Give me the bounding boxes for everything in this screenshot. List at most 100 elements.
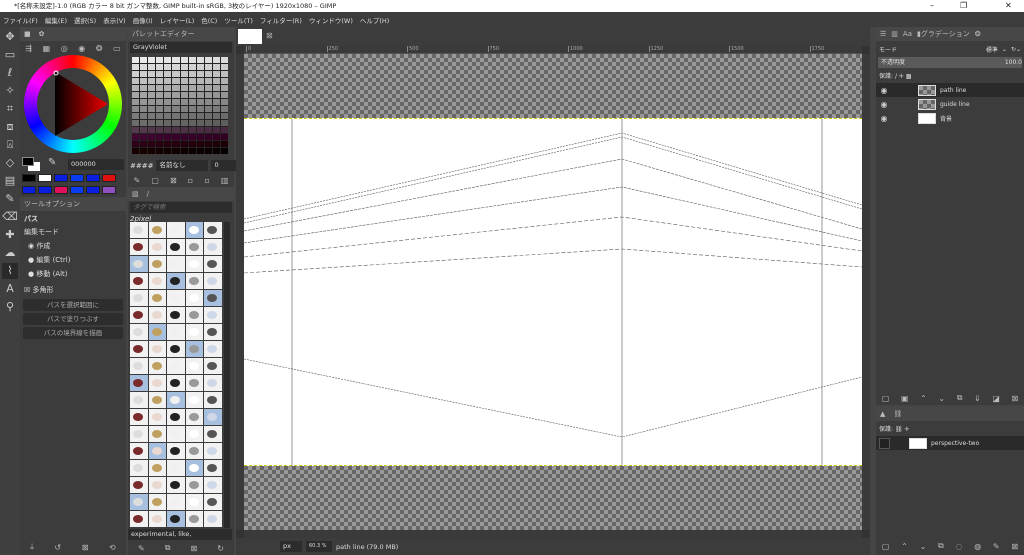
palette-swatch[interactable] — [212, 141, 220, 147]
palette-swatch[interactable] — [164, 85, 172, 91]
tool-preset-icon[interactable]: ▲ — [880, 410, 885, 418]
palette-swatch[interactable] — [156, 106, 164, 112]
palette-swatch[interactable] — [188, 64, 196, 70]
palette-swatch[interactable] — [220, 113, 228, 119]
delete-layer-icon[interactable]: ⊠ — [1011, 394, 1018, 403]
menu-item[interactable]: 色(C) — [201, 15, 217, 25]
palette-swatch[interactable] — [188, 141, 196, 147]
vertical-ruler[interactable] — [236, 54, 244, 530]
palette-swatch[interactable] — [204, 120, 212, 126]
palette-swatch[interactable] — [180, 71, 188, 77]
lower-path-icon[interactable]: ⌄ — [920, 542, 927, 551]
palette-swatch[interactable] — [196, 127, 204, 133]
palette-swatch[interactable] — [188, 106, 196, 112]
palette-swatch[interactable] — [180, 113, 188, 119]
brush-thumbnail[interactable] — [167, 290, 185, 306]
brush-thumbnail[interactable] — [185, 239, 204, 255]
brush-thumbnail[interactable] — [204, 256, 222, 272]
brush-thumbnail[interactable] — [130, 392, 148, 408]
palette-swatch[interactable] — [212, 71, 220, 77]
brush-thumbnail[interactable] — [148, 358, 167, 374]
brush-thumbnail[interactable] — [204, 443, 222, 459]
selection-to-path-icon[interactable]: ◍ — [974, 542, 981, 551]
brush-scrollbar[interactable] — [224, 222, 230, 528]
visibility-eye-icon[interactable]: ◉ — [876, 100, 892, 109]
brush-thumbnail[interactable] — [204, 307, 222, 323]
brush-thumbnail[interactable] — [204, 460, 222, 476]
brush-thumbnail[interactable] — [167, 460, 185, 476]
color-picker-tool-icon[interactable]: ⚲ — [2, 299, 18, 315]
brush-thumbnail[interactable] — [148, 290, 167, 306]
palette-swatch[interactable] — [164, 106, 172, 112]
palette-swatch[interactable] — [148, 85, 156, 91]
palette-swatch[interactable] — [196, 113, 204, 119]
palette-swatch[interactable] — [196, 78, 204, 84]
zoom-all-icon[interactable]: ▥ — [221, 176, 229, 185]
polygon-checkbox[interactable]: ☒ 多角形 — [20, 283, 126, 297]
refresh-icon[interactable]: ↻ — [217, 544, 224, 553]
palette-swatch[interactable] — [140, 85, 148, 91]
palette-swatch[interactable] — [212, 134, 220, 140]
gradient-tool-icon[interactable]: ▤ — [2, 173, 18, 189]
brush-thumbnail[interactable] — [204, 324, 222, 340]
fg-bg-icon[interactable]: ■ — [24, 30, 31, 38]
brush-thumbnail[interactable] — [185, 375, 204, 391]
menu-item[interactable]: 画像(I) — [133, 15, 153, 25]
palette-swatch[interactable] — [148, 57, 156, 63]
stroke-path-icon[interactable]: ✎ — [993, 542, 1000, 551]
brush-thumbnail[interactable] — [204, 290, 222, 306]
brush-thumbnail[interactable] — [148, 341, 167, 357]
butterfly-icon[interactable]: ✿ — [39, 30, 45, 38]
brush-thumbnail[interactable] — [148, 239, 167, 255]
columns-input[interactable]: 0 — [211, 160, 238, 171]
palette-swatch[interactable] — [148, 64, 156, 70]
paths-tab-icon[interactable]: ⛓ — [893, 410, 902, 418]
lasso-tool-icon[interactable]: ℓ — [2, 65, 18, 81]
palette-swatch[interactable] — [188, 148, 196, 154]
palette-swatch[interactable] — [204, 85, 212, 91]
brush-thumbnail[interactable] — [130, 256, 148, 272]
palette-swatch[interactable] — [204, 127, 212, 133]
duplicate-path-icon[interactable]: ⧉ — [938, 541, 944, 551]
palette-swatch[interactable] — [148, 71, 156, 77]
palette-swatch[interactable] — [204, 106, 212, 112]
brush-thumbnail[interactable] — [148, 511, 167, 527]
palette-swatch[interactable] — [148, 92, 156, 98]
palette-swatch[interactable] — [220, 127, 228, 133]
crop-tool-icon[interactable]: ⌗ — [2, 101, 18, 117]
palette-swatch[interactable] — [220, 148, 228, 154]
eraser-tool-icon[interactable]: ⌫ — [2, 209, 18, 225]
palette-swatch[interactable] — [204, 92, 212, 98]
palette-swatch[interactable] — [164, 64, 172, 70]
brush-thumbnail[interactable] — [167, 358, 185, 374]
brush-thumbnail[interactable] — [185, 409, 204, 425]
brush-thumbnail[interactable] — [148, 392, 167, 408]
unit-select[interactable]: px — [280, 541, 302, 552]
mask-icon[interactable]: ◪ — [992, 394, 1000, 403]
foreground-color[interactable] — [22, 157, 34, 166]
move-tool-icon[interactable]: ✥ — [2, 29, 18, 45]
menu-item[interactable]: ヘルプ(H) — [360, 15, 389, 25]
watercolor-icon[interactable]: ◎ — [61, 44, 68, 53]
visibility-eye-icon[interactable]: ◉ — [876, 86, 892, 95]
palette-swatch[interactable] — [164, 120, 172, 126]
brush-thumbnail[interactable] — [130, 358, 148, 374]
menu-item[interactable]: ウィンドウ(W) — [309, 15, 353, 25]
brush-thumbnail[interactable] — [167, 307, 185, 323]
brush-thumbnail[interactable] — [130, 324, 148, 340]
close-button[interactable]: ✕ — [1005, 0, 1012, 12]
palette-swatch[interactable] — [180, 78, 188, 84]
new-group-icon[interactable]: ▣ — [901, 394, 909, 403]
new-path-icon[interactable]: ▢ — [882, 542, 890, 551]
palette-swatch[interactable] — [220, 85, 228, 91]
layer-row[interactable]: ◉ guide line — [876, 97, 1024, 111]
palette-grid[interactable] — [132, 57, 228, 154]
brush-thumbnail[interactable] — [204, 511, 222, 527]
tab-tool-options[interactable]: ツールオプション — [20, 197, 126, 211]
palette-swatch[interactable] — [132, 113, 140, 119]
palette-swatch[interactable] — [172, 71, 180, 77]
palette-swatch[interactable] — [172, 85, 180, 91]
brush-thumbnail[interactable] — [185, 358, 204, 374]
new-color-icon[interactable]: ▢ — [151, 176, 159, 185]
palette-swatch[interactable] — [148, 99, 156, 105]
